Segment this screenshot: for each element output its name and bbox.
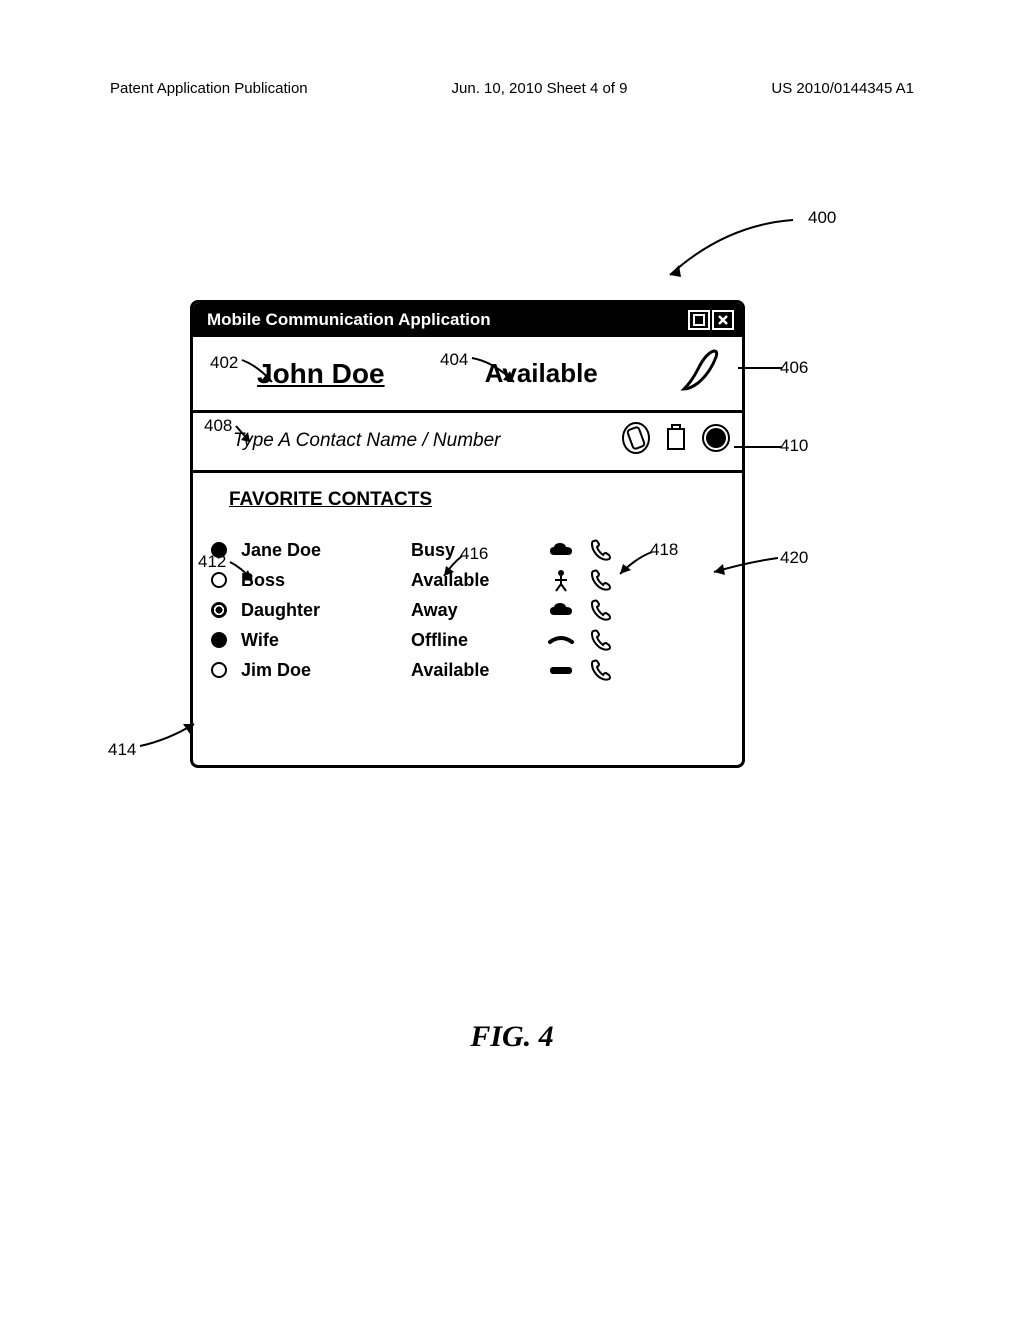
phone-icon[interactable] (581, 537, 621, 563)
edit-icon[interactable] (678, 347, 722, 400)
callout-414: 414 (108, 740, 136, 760)
header-center: Jun. 10, 2010 Sheet 4 of 9 (452, 80, 628, 97)
lead-416 (440, 554, 466, 580)
lead-414 (138, 720, 198, 750)
close-icon (717, 314, 729, 326)
contact-type-icon (541, 541, 581, 559)
presence-indicator (211, 602, 227, 618)
contact-row[interactable]: DaughterAway (211, 595, 724, 625)
titlebar: Mobile Communication Application (193, 303, 742, 337)
contact-type-icon (541, 568, 581, 592)
favorites-heading: FAVORITE CONTACTS (229, 489, 724, 511)
search-bar: Type A Contact Name / Number (193, 413, 742, 473)
lead-418 (616, 550, 656, 578)
contact-name: Jim Doe (241, 660, 411, 681)
callout-408: 408 (204, 416, 232, 436)
contact-name: Daughter (241, 600, 411, 621)
lead-402 (240, 358, 280, 388)
lead-406 (738, 365, 782, 371)
phone-icon[interactable] (581, 567, 621, 593)
lead-420 (710, 556, 782, 576)
contact-status: Available (411, 570, 541, 591)
callout-404: 404 (440, 350, 468, 370)
contact-row[interactable]: Jim DoeAvailable (211, 655, 724, 685)
contact-type-icon (541, 664, 581, 676)
lead-404 (470, 356, 520, 388)
callout-406: 406 (780, 358, 808, 378)
presence-indicator (211, 632, 227, 648)
search-input[interactable]: Type A Contact Name / Number (233, 430, 612, 452)
contact-status: Offline (411, 630, 541, 651)
callout-402: 402 (210, 353, 238, 373)
desk-phone-icon[interactable] (660, 421, 692, 460)
phone-icon[interactable] (581, 627, 621, 653)
callout-412: 412 (198, 552, 226, 572)
close-button[interactable] (712, 310, 734, 330)
maximize-icon (693, 314, 705, 326)
header-left: Patent Application Publication (110, 80, 308, 97)
callout-410: 410 (780, 436, 808, 456)
header-right: US 2010/0144345 A1 (771, 80, 914, 97)
figure-caption: FIG. 4 (0, 1020, 1024, 1054)
contact-type-icon (541, 634, 581, 646)
presence-indicator (211, 662, 227, 678)
lead-408 (234, 424, 252, 446)
callout-400: 400 (808, 208, 836, 228)
contact-row[interactable]: WifeOffline (211, 625, 724, 655)
phone-icon[interactable] (581, 657, 621, 683)
contact-type-icon (541, 601, 581, 619)
lead-410 (734, 444, 782, 450)
window-title: Mobile Communication Application (207, 310, 686, 330)
presence-indicator (211, 572, 227, 588)
contact-status: Available (411, 660, 541, 681)
patent-page-header: Patent Application Publication Jun. 10, … (0, 80, 1024, 97)
contact-status: Away (411, 600, 541, 621)
contact-name: Wife (241, 630, 411, 651)
phone-icon[interactable] (581, 597, 621, 623)
globe-icon[interactable] (700, 421, 732, 460)
callout-420: 420 (780, 548, 808, 568)
contacts-panel: FAVORITE CONTACTS Jane DoeBusyBossAvaila… (193, 473, 742, 765)
contact-name: Boss (241, 570, 411, 591)
callout-arrow-400 (665, 215, 805, 285)
mobile-icon[interactable] (620, 421, 652, 460)
contact-name: Jane Doe (241, 540, 411, 561)
maximize-button[interactable] (688, 310, 710, 330)
lead-412 (228, 560, 256, 584)
